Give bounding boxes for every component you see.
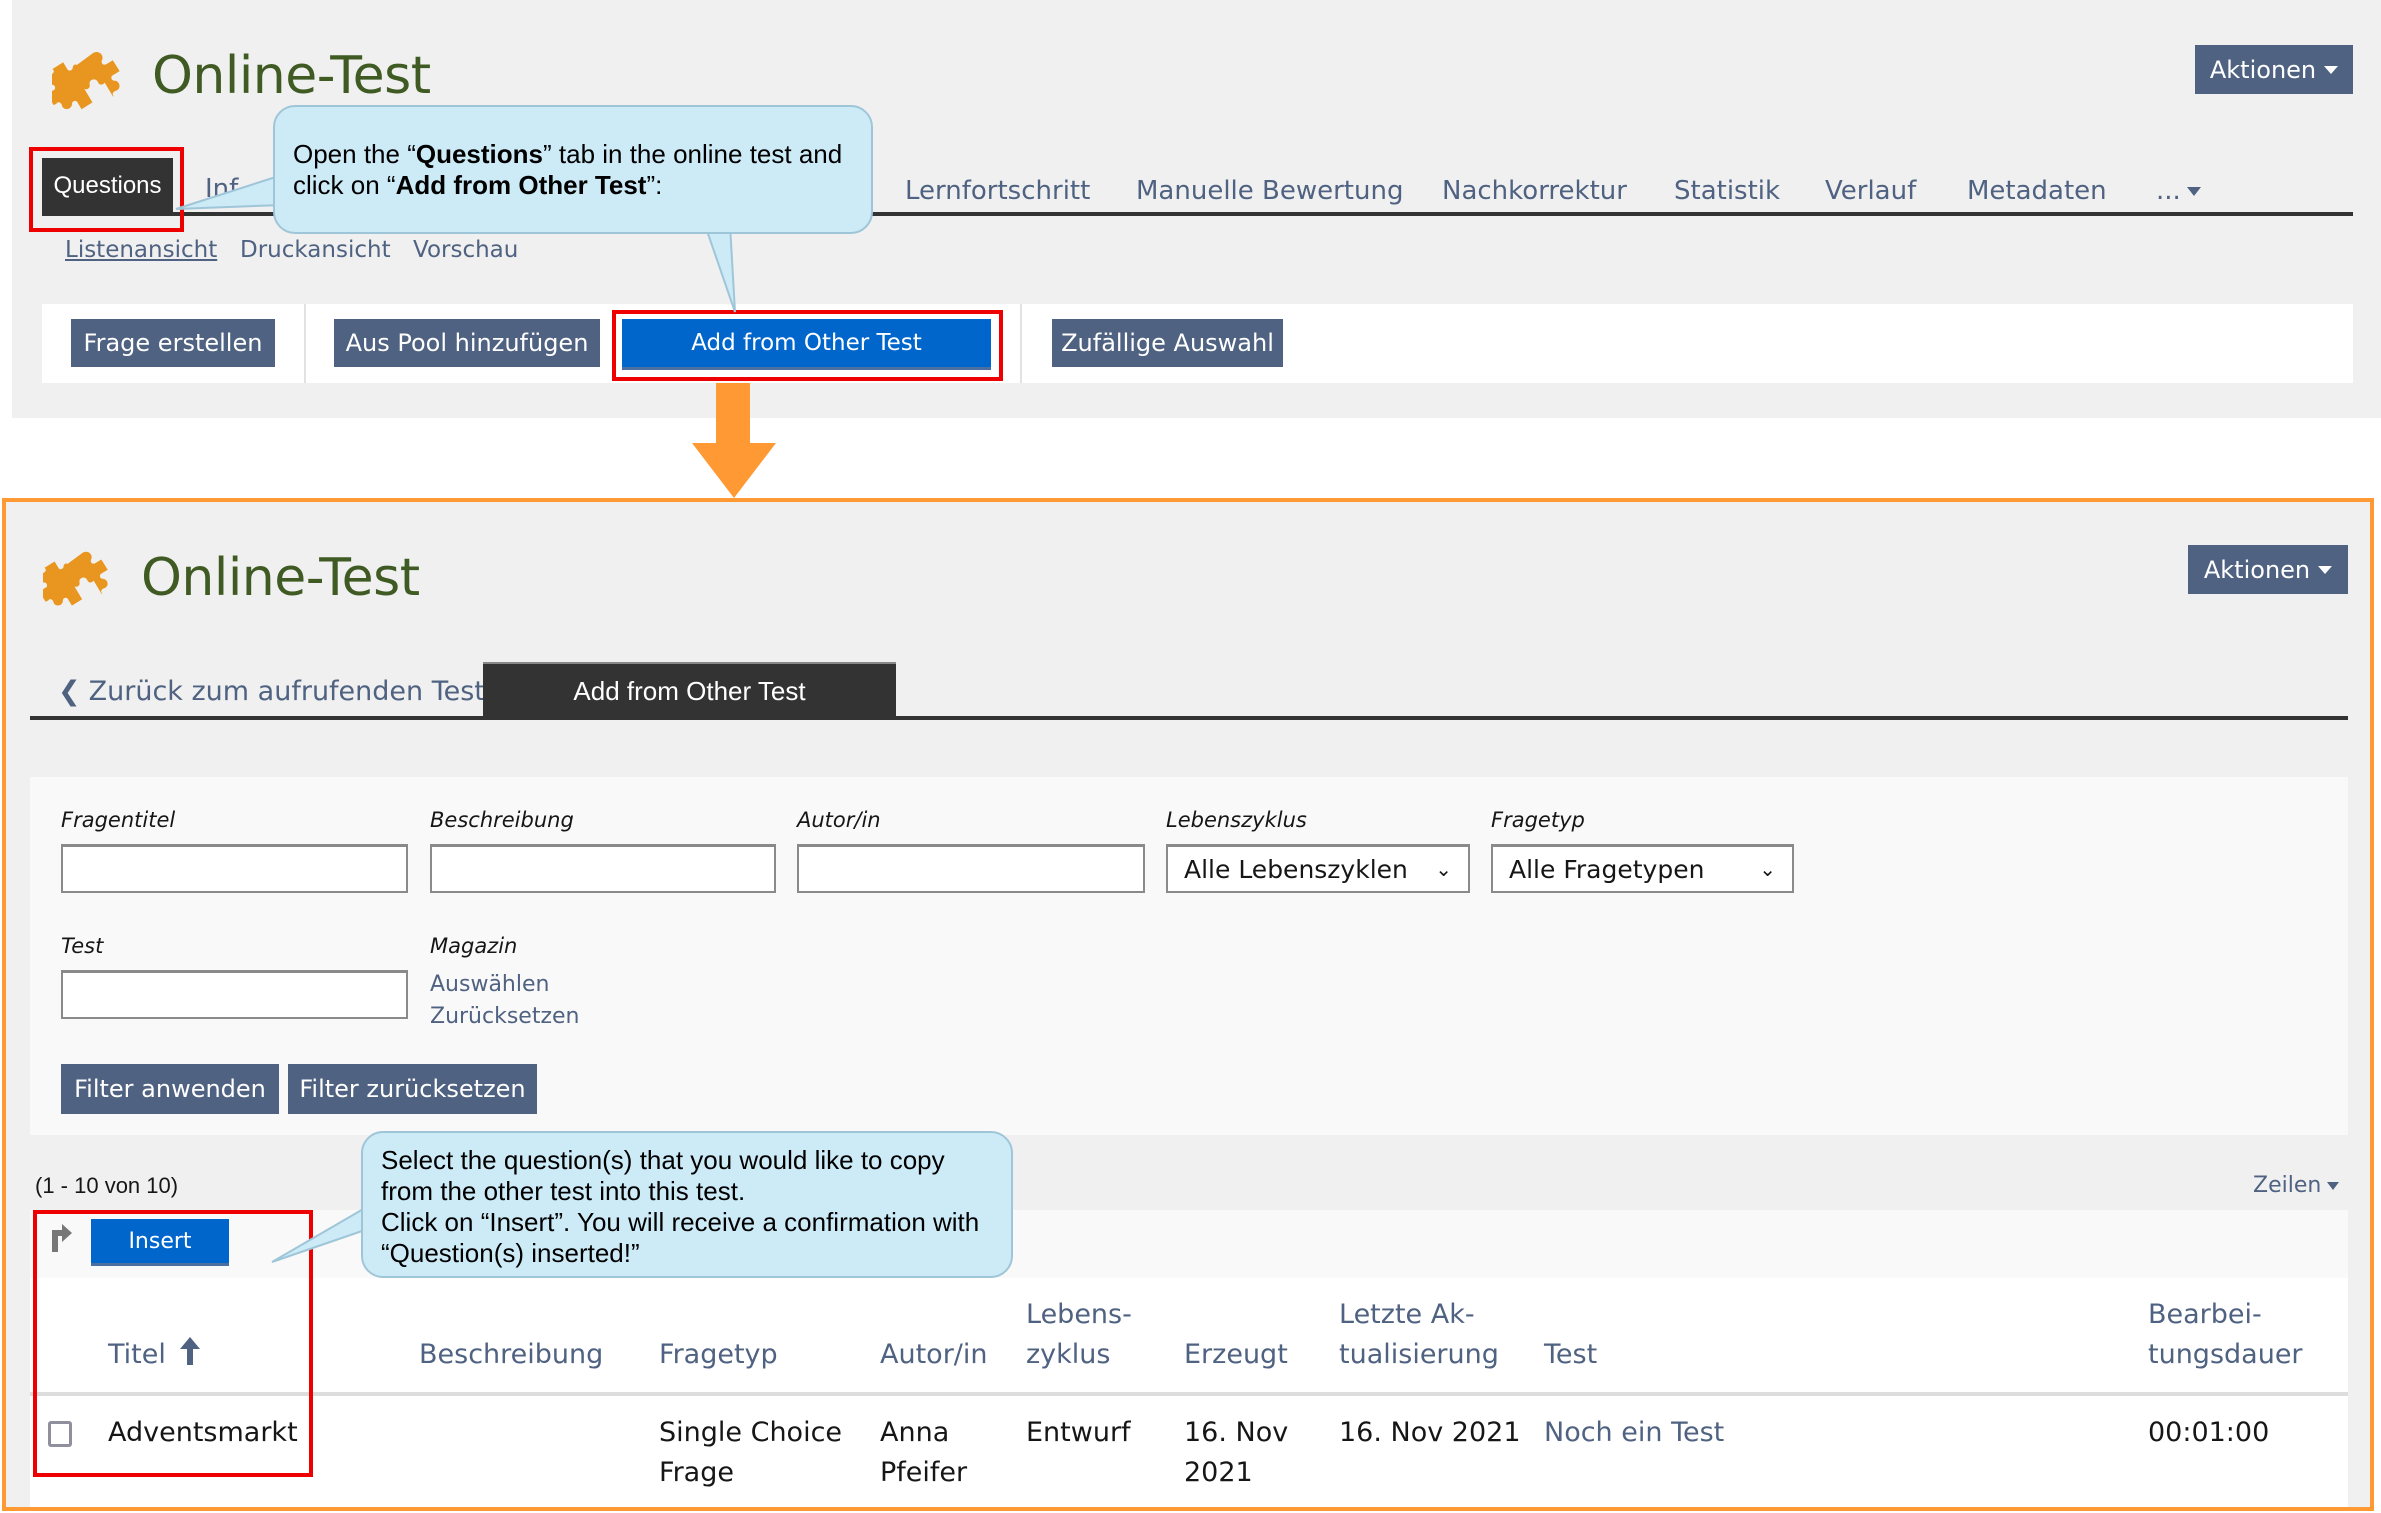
add-from-pool-button[interactable]: Aus Pool hinzufügen [334,319,600,367]
filter-type-label: Fragetyp [1491,808,1585,832]
tab-add-from-other-test-label: Add from Other Test [573,675,806,706]
tab-manuelle-bewertung[interactable]: Manuelle Bewertung [1136,178,1403,204]
tab-more-label: ... [2156,176,2181,206]
actions-label: Aktionen [2203,555,2311,584]
filter-description-input[interactable] [430,844,776,893]
filter-description-label: Beschreibung [430,808,574,832]
cell-test-link[interactable]: Noch ein Test [1544,1413,1724,1453]
arrow-down-icon [692,383,776,498]
magazine-reset-link[interactable]: Zurücksetzen [430,1004,580,1029]
filter-lifecycle-value: Alle Lebenszyklen [1184,854,1408,884]
chevron-down-icon: ⌄ [1435,857,1452,881]
filter-title-input[interactable] [61,844,408,893]
add-from-other-test-button[interactable]: Add from Other Test [622,319,991,370]
filter-lifecycle-select[interactable]: Alle Lebenszyklen ⌄ [1166,844,1470,893]
chevron-down-icon: ⌄ [1759,857,1776,881]
cell-lifecycle: Entwurf [1026,1417,1131,1448]
filter-magazine-label: Magazin [430,934,518,958]
tab-metadaten[interactable]: Metadaten [1967,178,2107,204]
column-header-lifecycle[interactable]: Lebens- zyklus [1026,1295,1132,1375]
tab-add-from-other-test[interactable]: Add from Other Test [483,662,896,718]
column-header-author[interactable]: Autor/in [880,1335,988,1375]
filter-test-label: Test [61,934,104,958]
cell-created: 16. Nov 2021 [1184,1417,1289,1488]
tab-bar-underline [30,716,2348,720]
tab-questions[interactable]: Questions [42,158,173,214]
actions-button[interactable]: Aktionen [2195,45,2353,94]
tab-lernfortschritt[interactable]: Lernfortschritt [905,178,1090,204]
cell-type: Single Choice Frage [659,1417,843,1488]
rows-per-page-dropdown[interactable]: Zeilen [2253,1173,2340,1198]
tab-more[interactable]: ... [2156,178,2201,204]
caret-down-icon [2324,65,2339,74]
page-title: Online-Test [141,548,420,608]
back-to-test-tab[interactable]: ❮ Zurück zum aufrufenden Test [58,678,485,705]
column-header-updated[interactable]: Letzte Ak- tualisierung [1339,1295,1499,1375]
instruction-callout-2: Select the question(s) that you would li… [361,1131,1013,1278]
pagination-info: (1 - 10 von 10) [35,1173,179,1198]
page-title: Online-Test [152,46,431,106]
column-header-description[interactable]: Beschreibung [419,1335,603,1375]
filter-author-label: Autor/in [797,808,881,832]
puzzle-icon [39,548,111,612]
tab-questions-label: Questions [53,172,162,199]
tab-statistik[interactable]: Statistik [1674,178,1780,204]
filter-test-input[interactable] [61,970,408,1019]
column-header-duration[interactable]: Bearbei- tungsdauer [2148,1295,2303,1375]
filter-title-label: Fragentitel [61,808,176,832]
cell-updated: 16. Nov 2021 [1339,1417,1521,1448]
actions-button[interactable]: Aktionen [2188,545,2348,594]
back-to-test-label: Zurück zum aufrufenden Test [88,676,485,707]
row-checkbox[interactable] [48,1421,72,1447]
tab-nachkorrektur[interactable]: Nachkorrektur [1442,178,1627,204]
insert-button[interactable]: Insert [91,1219,229,1266]
toolbar-divider [1020,304,1022,383]
random-selection-button[interactable]: Zufällige Auswahl [1052,319,1283,367]
column-header-test[interactable]: Test [1544,1335,1597,1375]
reset-filter-button[interactable]: Filter zurücksetzen [288,1064,537,1114]
select-all-arrow-icon [49,1222,73,1252]
column-header-type[interactable]: Fragetyp [659,1335,778,1375]
cell-title: Adventsmarkt [108,1417,298,1448]
caret-down-icon [2318,565,2333,574]
filter-lifecycle-label: Lebenszyklus [1166,808,1307,832]
chevron-left-icon: ❮ [58,676,81,707]
apply-filter-button[interactable]: Filter anwenden [61,1064,279,1114]
filter-author-input[interactable] [797,844,1145,893]
filter-type-value: Alle Fragetypen [1509,854,1705,884]
actions-label: Aktionen [2209,55,2317,84]
rows-label: Zeilen [2253,1173,2322,1198]
tab-verlauf[interactable]: Verlauf [1825,178,1916,204]
puzzle-icon [46,48,122,116]
create-question-button[interactable]: Frage erstellen [71,319,275,367]
column-header-created[interactable]: Erzeugt [1184,1335,1288,1375]
cell-duration: 00:01:00 [2148,1417,2270,1448]
caret-down-icon [2186,187,2201,196]
filter-type-select[interactable]: Alle Fragetypen ⌄ [1491,844,1794,893]
sort-ascending-icon [180,1337,201,1377]
magazine-select-link[interactable]: Auswählen [430,972,549,997]
cell-author: Anna Pfeifer [880,1417,968,1488]
caret-down-icon [2327,1182,2340,1190]
instruction-callout-1: Open the “Questions” tab in the online t… [273,105,873,234]
column-header-title[interactable]: Titel [108,1335,201,1377]
